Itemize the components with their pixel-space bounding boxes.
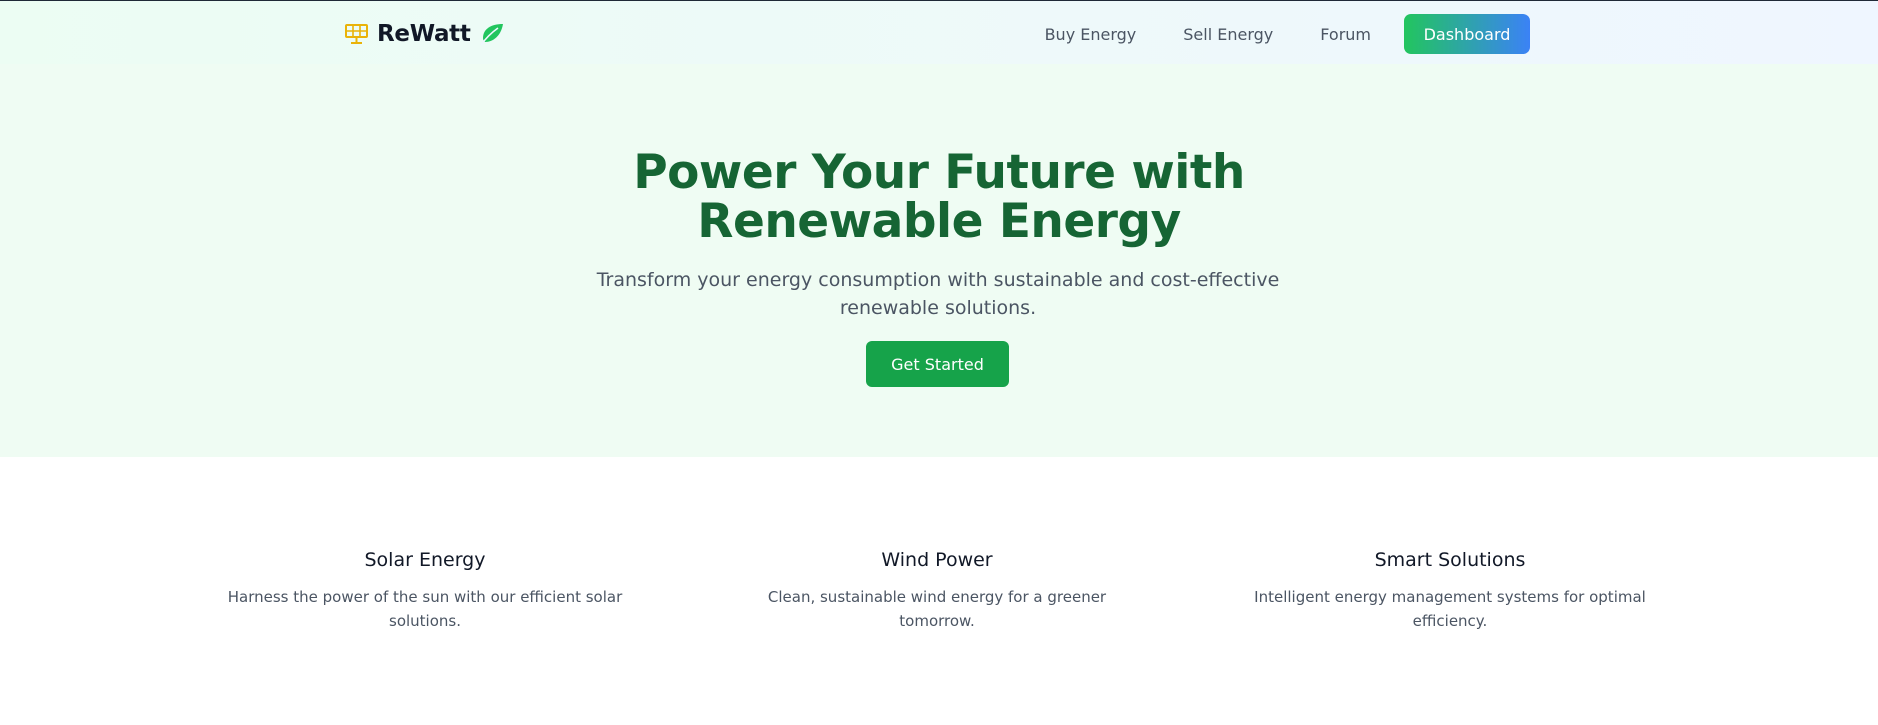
feature-solar-energy: Solar Energy Harness the power of the su… [225,548,625,633]
brand-logo[interactable]: ReWatt [344,19,505,49]
hero-title-line-1: Power Your Future with [633,145,1245,200]
page: ReWatt Buy Energy Sell Energy Forum Dash… [0,0,1878,725]
hero-title-line-2: Renewable Energy [697,194,1181,249]
feature-description: Intelligent energy management systems fo… [1254,588,1646,630]
nav-link-sell-energy[interactable]: Sell Energy [1183,25,1273,44]
nav-link-buy-energy[interactable]: Buy Energy [1045,25,1137,44]
feature-wind-power: Wind Power Clean, sustainable wind energ… [737,548,1137,633]
leaf-icon [479,22,505,46]
dashboard-button[interactable]: Dashboard [1404,14,1530,54]
feature-title: Smart Solutions [1374,549,1526,571]
get-started-button[interactable]: Get Started [866,341,1009,387]
solar-panel-icon [344,23,369,45]
feature-description: Clean, sustainable wind energy for a gre… [767,588,1107,630]
hero-subtitle: Transform your energy consumption with s… [596,269,1280,319]
brand-name: ReWatt [377,21,471,47]
feature-title: Solar Energy [364,549,486,571]
feature-smart-solutions: Smart Solutions Intelligent energy manag… [1250,548,1650,633]
feature-title: Wind Power [881,549,993,571]
nav-link-forum[interactable]: Forum [1320,25,1371,44]
navbar: ReWatt Buy Energy Sell Energy Forum Dash… [0,1,1878,64]
feature-description: Harness the power of the sun with our ef… [227,588,623,630]
hero-section: Power Your Future with Renewable Energy … [0,64,1878,457]
main-nav: Buy Energy Sell Energy Forum Dashboard [1045,14,1530,54]
hero-title: Power Your Future with Renewable Energy [0,148,1878,246]
